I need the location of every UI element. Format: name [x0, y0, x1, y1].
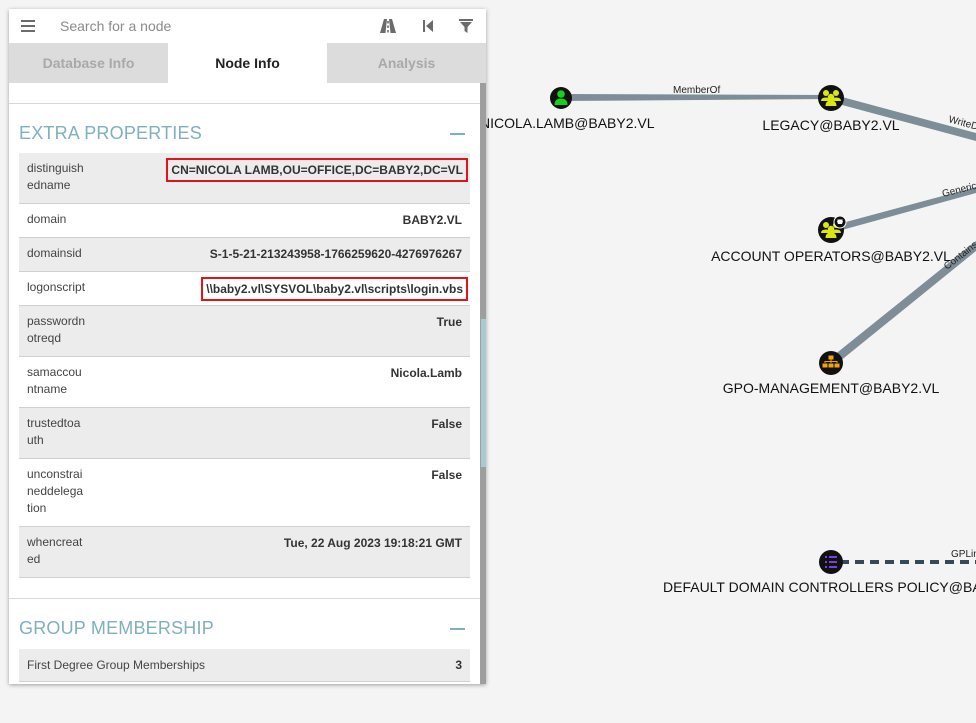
- node-label-gpo-management: GPO-MANAGEMENT@BABY2.VL: [723, 380, 940, 396]
- graph-node-gpo-management[interactable]: GPO-MANAGEMENT@BABY2.VL: [723, 351, 940, 396]
- graph-node-default-dc-policy[interactable]: DEFAULT DOMAIN CONTROLLERS POLICY@BABY2.…: [663, 550, 976, 595]
- extra-properties-table: distinguish edname CN=NICOLA LAMB,OU=OFFI…: [19, 153, 470, 578]
- property-key: distinguish edname: [27, 161, 84, 192]
- property-row: unconstrai neddelega tion False: [19, 458, 470, 526]
- property-key: logonscript: [27, 279, 86, 294]
- side-panel: Database Info Node Info Analysis EXTRA P…: [9, 9, 486, 684]
- graph-edges: MemberOf WriteD Generic Contains GPLin: [561, 85, 976, 564]
- edge-label-memberof: MemberOf: [673, 85, 720, 96]
- group-membership-label: First Degree Group Memberships: [27, 658, 206, 672]
- section-divider: [9, 103, 480, 104]
- property-row: domain BABY2.VL: [19, 203, 470, 237]
- property-row: distinguish edname CN=NICOLA LAMB,OU=OFFI…: [19, 153, 470, 203]
- filter-icon[interactable]: [457, 17, 475, 35]
- collapse-group-membership-icon[interactable]: [450, 628, 465, 630]
- extra-properties-title: EXTRA PROPERTIES: [19, 123, 202, 143]
- property-value-unconstraineddelegation: False: [431, 467, 462, 482]
- tab-analysis[interactable]: Analysis: [327, 43, 486, 83]
- property-row: samaccou ntname Nicola.Lamb: [19, 356, 470, 407]
- property-value-whencreated: Tue, 22 Aug 2023 19:18:21 GMT: [283, 535, 462, 550]
- property-key: domainsid: [27, 245, 82, 260]
- node-info-content: EXTRA PROPERTIES distinguish edname CN=NI…: [9, 83, 480, 684]
- section-divider: [9, 598, 480, 599]
- property-row: domainsid S-1-5-21-213243958-1766259620-…: [19, 237, 470, 271]
- group-membership-row[interactable]: First Degree Group Memberships 3: [19, 649, 470, 682]
- search-input[interactable]: [60, 18, 360, 34]
- highlight-box: \\baby2.vl\SYSVOL\baby2.vl\scripts\login…: [201, 276, 468, 301]
- property-key: domain: [27, 211, 67, 226]
- property-value-domainsid: S-1-5-21-213243958-1766259620-4276976267: [209, 246, 462, 261]
- property-row: trustedtoa uth False: [19, 407, 470, 458]
- high-value-badge-icon: [833, 215, 847, 229]
- property-key: trustedtoa uth: [27, 415, 81, 447]
- search-bar: [9, 9, 486, 43]
- group-membership-count[interactable]: 3: [437, 649, 470, 682]
- node-label-legacy: LEGACY@BABY2.VL: [762, 117, 899, 133]
- property-key: samaccou ntname: [27, 364, 82, 396]
- graph-node-account-operators[interactable]: ACCOUNT OPERATORS@BABY2.VL: [711, 215, 951, 264]
- property-row: whencreat ed Tue, 22 Aug 2023 19:18:21 GM…: [19, 526, 470, 577]
- tab-node-info[interactable]: Node Info: [168, 43, 327, 83]
- property-value-domain: BABY2.VL: [402, 212, 462, 227]
- node-label-account-operators: ACCOUNT OPERATORS@BABY2.VL: [711, 248, 951, 264]
- property-value-trustedtoauth: False: [431, 416, 462, 431]
- edge-label-gplink: GPLin: [951, 549, 976, 560]
- node-label-nicola: NICOLA.LAMB@BABY2.VL: [480, 115, 655, 131]
- property-value-distinguishedname: CN=NICOLA LAMB,OU=OFFICE,DC=BABY2,DC=VL: [107, 153, 470, 203]
- tab-database-info[interactable]: Database Info: [9, 43, 168, 83]
- back-icon[interactable]: [419, 17, 437, 35]
- graph-node-nicola[interactable]: NICOLA.LAMB@BABY2.VL: [480, 87, 655, 131]
- list-icon: [825, 556, 837, 568]
- property-value-samaccountname: Nicola.Lamb: [390, 365, 462, 380]
- property-row: passwordn otreqd True: [19, 305, 470, 356]
- property-key: whencreat ed: [27, 534, 83, 566]
- property-key: passwordn otreqd: [27, 313, 86, 345]
- property-value-passwordnotreqd: True: [436, 314, 462, 329]
- group-membership-table: First Degree Group Memberships 3: [19, 649, 470, 682]
- panel-tabs: Database Info Node Info Analysis: [9, 43, 486, 83]
- property-value-logonscript: \\baby2.vl\SYSVOL\baby2.vl\scripts\login…: [107, 271, 470, 305]
- highlight-box: CN=NICOLA LAMB,OU=OFFICE,DC=BABY2,DC=VL: [166, 158, 468, 182]
- menu-icon[interactable]: [9, 16, 47, 37]
- collapse-extra-properties-icon[interactable]: [450, 133, 465, 135]
- node-label-default-dc-policy: DEFAULT DOMAIN CONTROLLERS POLICY@BABY2.…: [663, 579, 976, 595]
- scrollbar-thumb[interactable]: [481, 319, 486, 467]
- property-key: unconstrai neddelega tion: [27, 466, 84, 515]
- property-row: logonscript \\baby2.vl\SYSVOL\baby2.vl\s…: [19, 271, 470, 305]
- pathfinding-icon[interactable]: [379, 17, 397, 35]
- group-membership-title: GROUP MEMBERSHIP: [19, 618, 214, 638]
